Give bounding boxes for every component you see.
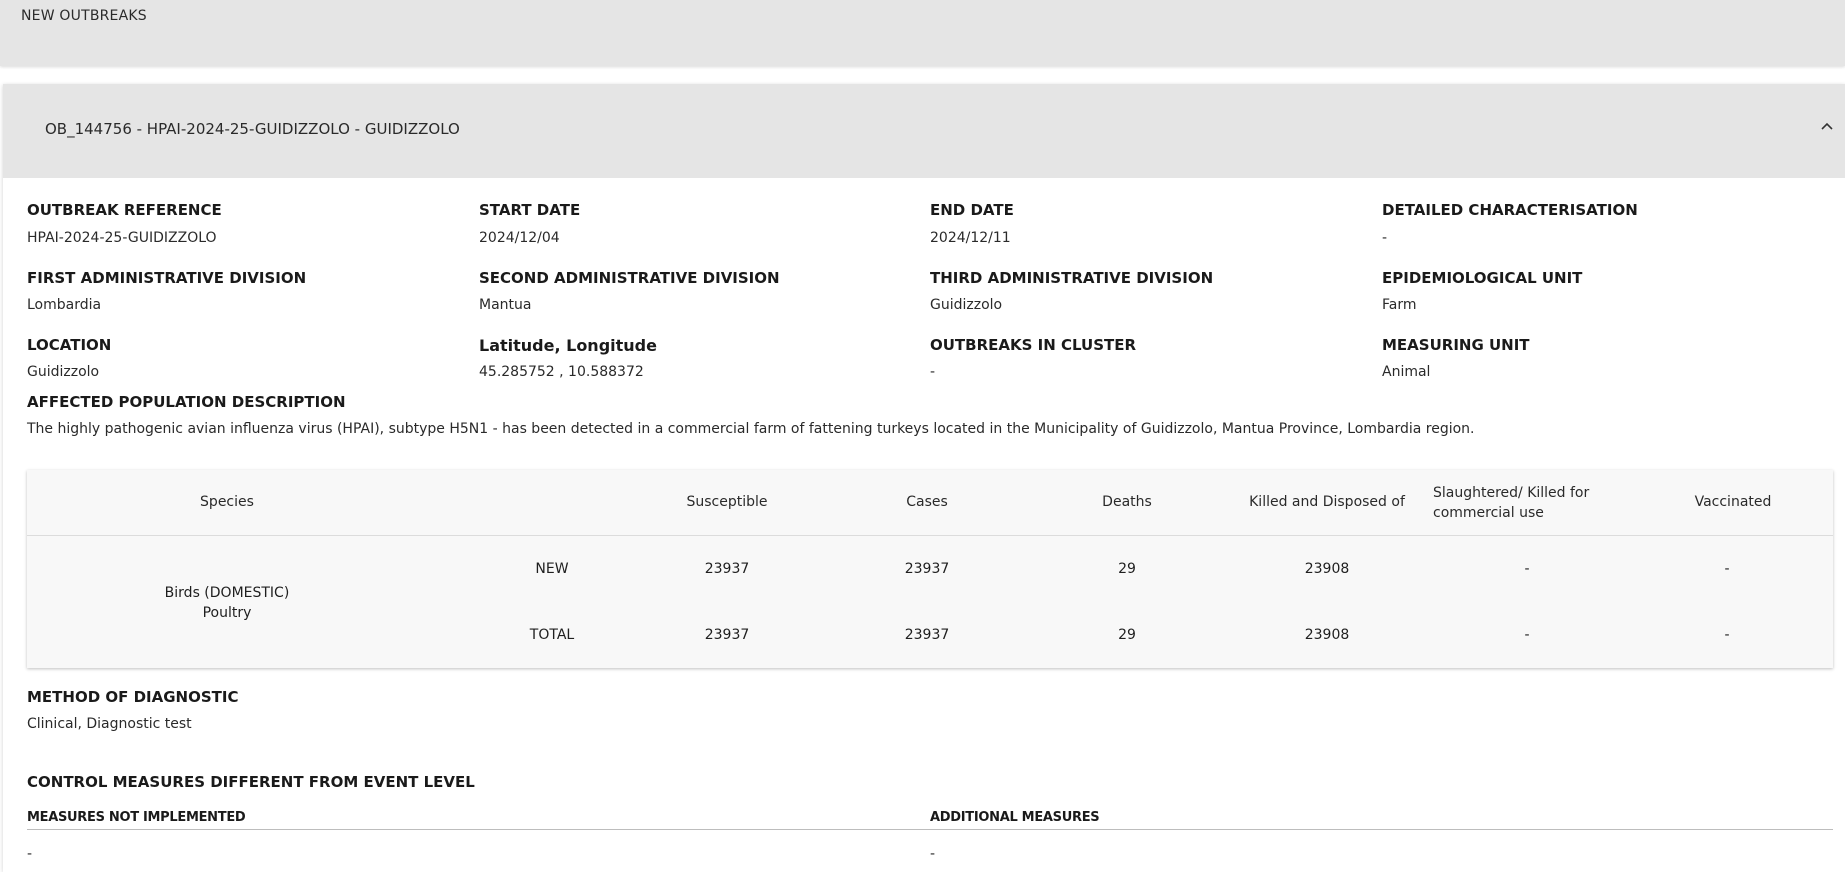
detailed-characterisation-value: - bbox=[1382, 230, 1388, 246]
method-of-diagnostic-value: Clinical, Diagnostic test bbox=[27, 716, 192, 732]
lat-long-value: 45.285752 , 10.588372 bbox=[479, 364, 644, 380]
row-total-susceptible: 23937 bbox=[704, 627, 750, 643]
first-admin-division-value: Lombardia bbox=[27, 297, 102, 313]
epidemiological-unit-value: Farm bbox=[1382, 297, 1417, 313]
header-slaughtered-line2: commercial use bbox=[1433, 505, 1544, 521]
row-total-slaughtered: - bbox=[1524, 627, 1530, 643]
species-line2: Poultry bbox=[202, 605, 252, 621]
third-admin-division-value: Guidizzolo bbox=[930, 297, 1003, 313]
measures-not-implemented-divider bbox=[27, 829, 933, 830]
header-vaccinated: Vaccinated bbox=[1694, 494, 1772, 510]
location-label: LOCATION bbox=[27, 336, 112, 354]
epidemiological-unit-label: EPIDEMIOLOGICAL UNIT bbox=[1382, 269, 1583, 287]
end-date-label: END DATE bbox=[930, 201, 1014, 219]
affected-population-text: The highly pathogenic avian influenza vi… bbox=[27, 421, 1475, 437]
row-total-killed-disposed: 23908 bbox=[1304, 627, 1350, 643]
header-killed-disposed: Killed and Disposed of bbox=[1249, 494, 1405, 510]
additional-measures-label: ADDITIONAL MEASURES bbox=[930, 810, 1100, 825]
row-total-deaths: 29 bbox=[1118, 627, 1136, 643]
location-value: Guidizzolo bbox=[27, 364, 100, 380]
species-line1: Birds (DOMESTIC) bbox=[164, 585, 290, 601]
species-table: Species Susceptible Cases Deaths Killed … bbox=[27, 470, 1833, 668]
table-header-divider bbox=[27, 535, 1833, 536]
additional-measures-value: - bbox=[930, 846, 936, 862]
outbreaks-in-cluster-label: OUTBREAKS IN CLUSTER bbox=[930, 336, 1137, 354]
control-measures-label: CONTROL MEASURES DIFFERENT FROM EVENT LE… bbox=[27, 773, 475, 791]
row-new-deaths: 29 bbox=[1118, 561, 1136, 577]
new-outbreaks-header: NEW OUTBREAKS bbox=[0, 0, 1845, 66]
header-cases: Cases bbox=[906, 494, 948, 510]
row-new-cases: 23937 bbox=[904, 561, 950, 577]
additional-measures-divider bbox=[930, 829, 1833, 830]
detailed-characterisation-label: DETAILED CHARACTERISATION bbox=[1382, 201, 1638, 219]
row-total-vaccinated: - bbox=[1724, 627, 1730, 643]
row-total-cases: 23937 bbox=[904, 627, 950, 643]
first-admin-division-label: FIRST ADMINISTRATIVE DIVISION bbox=[27, 269, 307, 287]
new-outbreaks-title: NEW OUTBREAKS bbox=[21, 8, 147, 24]
measuring-unit-value: Animal bbox=[1382, 364, 1431, 380]
start-date-label: START DATE bbox=[479, 201, 581, 219]
third-admin-division-label: THIRD ADMINISTRATIVE DIVISION bbox=[930, 269, 1214, 287]
outbreak-reference-value: HPAI-2024-25-GUIDIZZOLO bbox=[27, 230, 217, 246]
outbreak-panel-header[interactable]: OB_144756 - HPAI-2024-25-GUIDIZZOLO - GU… bbox=[3, 84, 1845, 178]
end-date-value: 2024/12/11 bbox=[930, 230, 1011, 246]
measures-not-implemented-label: MEASURES NOT IMPLEMENTED bbox=[27, 810, 246, 825]
header-slaughtered: Slaughtered/ Killed for commercial use bbox=[1433, 483, 1633, 523]
lat-long-label: Latitude, Longitude bbox=[479, 336, 657, 355]
start-date-value: 2024/12/04 bbox=[479, 230, 560, 246]
second-admin-division-value: Mantua bbox=[479, 297, 532, 313]
chevron-up-icon[interactable] bbox=[1817, 116, 1837, 136]
row-total-type: TOTAL bbox=[529, 627, 575, 643]
row-new-vaccinated: - bbox=[1724, 561, 1730, 577]
outbreaks-in-cluster-value: - bbox=[930, 364, 936, 380]
header-deaths: Deaths bbox=[1102, 494, 1152, 510]
row-new-type: NEW bbox=[535, 561, 569, 577]
header-susceptible: Susceptible bbox=[686, 494, 768, 510]
affected-population-label: AFFECTED POPULATION DESCRIPTION bbox=[27, 393, 346, 411]
outbreak-reference-label: OUTBREAK REFERENCE bbox=[27, 201, 222, 219]
row-new-slaughtered: - bbox=[1524, 561, 1530, 577]
method-of-diagnostic-label: METHOD OF DIAGNOSTIC bbox=[27, 688, 239, 706]
row-new-susceptible: 23937 bbox=[704, 561, 750, 577]
measuring-unit-label: MEASURING UNIT bbox=[1382, 336, 1530, 354]
row-new-killed-disposed: 23908 bbox=[1304, 561, 1350, 577]
second-admin-division-label: SECOND ADMINISTRATIVE DIVISION bbox=[479, 269, 780, 287]
outbreak-panel-title: OB_144756 - HPAI-2024-25-GUIDIZZOLO - GU… bbox=[45, 120, 460, 138]
species-cell: Birds (DOMESTIC) Poultry bbox=[27, 583, 427, 623]
measures-not-implemented-value: - bbox=[27, 846, 33, 862]
header-species: Species bbox=[200, 494, 254, 510]
header-slaughtered-line1: Slaughtered/ Killed for bbox=[1433, 485, 1590, 501]
